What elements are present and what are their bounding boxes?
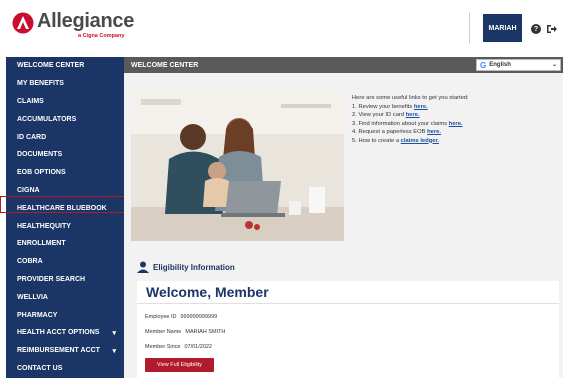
caret-down-icon: ▾ [112,347,116,355]
eligibility-title: Eligibility Information [153,262,235,272]
member-since-row: Member Since 07/01/2022 [145,344,212,350]
member-name-row: Member Name MARIAH SMITH [145,329,225,335]
link-text: 3. Find information about your claims [352,120,449,127]
language-select[interactable]: G English ⌄ [476,59,561,71]
sidebar-item-accumulators[interactable]: ACCUMULATORS [6,110,124,128]
main-content: WELCOME CENTER G English ⌄ Here are some… [124,57,563,378]
link-text: 2. View your ID card [352,112,406,118]
sidebar-item-label: WELLVIA [17,293,48,301]
sidebar-item-label: PHARMACY [17,311,58,319]
sidebar-nav: WELCOME CENTER MY BENEFITS CLAIMS ACCUMU… [6,57,124,378]
sidebar-item-label: CIGNA [17,186,40,194]
page-title: WELCOME CENTER [131,61,199,69]
sidebar-item-label: CONTACT US [17,364,63,372]
sidebar-item-label: ACCUMULATORS [17,115,77,123]
link-text: 1. Review your benefits [352,103,414,110]
sidebar-item-label: COBRA [17,258,43,266]
card-divider [137,303,559,304]
paperless-eob-link[interactable]: here. [427,129,441,135]
sidebar-item-claims[interactable]: CLAIMS [6,93,124,111]
links-intro: Here are some useful links to get you st… [352,95,469,101]
sidebar-item-label: DOCUMENTS [17,151,63,159]
claims-link[interactable]: here. [449,121,463,127]
sidebar-item-label: ID CARD [17,133,47,141]
sidebar-item-enrollment[interactable]: ENROLLMENT [6,235,124,253]
header: Allegiance a Cigna Company MARIAH ? [0,0,563,52]
claims-ledger-link[interactable]: claims ledger. [401,138,439,144]
link-text: 5. How to create a [352,137,401,144]
eligibility-card: Welcome, Member Employee ID 999999999999 … [137,281,559,378]
caret-down-icon: ▾ [112,329,116,337]
sidebar-item-provider-search[interactable]: PROVIDER SEARCH [6,271,124,289]
sidebar-item-eob-options[interactable]: EOB OPTIONS [6,164,124,182]
sidebar-item-label: ENROLLMENT [17,240,66,248]
sidebar-item-label: WELCOME CENTER [17,62,85,70]
language-value: English [489,62,511,68]
employee-id-row: Employee ID 999999999999 [145,314,217,320]
brand-name: Allegiance [37,10,135,32]
logout-icon[interactable] [546,24,557,34]
sidebar-item-healthequity[interactable]: HEALTHEQUITY [6,217,124,235]
sidebar-item-reimbursement-acct[interactable]: REIMBURSEMENT ACCT ▾ [6,342,124,360]
user-menu-button[interactable]: MARIAH [483,14,522,42]
sidebar-item-welcome-center[interactable]: WELCOME CENTER [6,57,124,75]
link-row: 3. Find information about your claims he… [352,120,557,129]
link-row: 5. How to create a claims ledger. [352,137,557,146]
help-icon[interactable]: ? [531,24,541,34]
member-since-value: 07/01/2022 [184,344,212,350]
chevron-down-icon: ⌄ [551,62,557,68]
link-row: 1. Review your benefits here. [352,103,557,112]
sidebar-item-label: REIMBURSEMENT ACCT [17,347,100,355]
link-text: 4. Request a paperless EOB [352,129,428,135]
header-divider [469,12,470,44]
sidebar-item-documents[interactable]: DOCUMENTS [6,146,124,164]
sidebar-item-label: HEALTH ACCT OPTIONS [17,329,100,337]
employee-id-label: Employee ID [145,314,177,320]
allegiance-logo[interactable]: Allegiance a Cigna Company [12,10,152,44]
member-name-value: MARIAH SMITH [185,329,226,335]
id-card-link[interactable]: here. [406,112,420,118]
member-name-label: Member Name [145,329,182,335]
sidebar-item-wellvia[interactable]: WELLVIA [6,288,124,306]
sidebar-item-label: PROVIDER SEARCH [17,275,86,283]
sidebar-item-my-benefits[interactable]: MY BENEFITS [6,75,124,93]
page-title-bar: WELCOME CENTER G English ⌄ [124,57,563,73]
link-row: 2. View your ID card here. [352,111,557,120]
sidebar-item-label: CLAIMS [17,97,44,105]
link-row: 4. Request a paperless EOB here. [352,128,557,137]
allegiance-logo-icon [12,12,34,34]
sidebar-item-contact-us[interactable]: CONTACT US [6,360,124,378]
person-icon [137,261,149,273]
view-full-eligibility-button[interactable]: View Full Eligibility [145,358,214,372]
employee-id-value: 999999999999 [180,314,218,320]
google-icon: G [480,60,487,70]
welcome-heading: Welcome, Member [146,284,269,300]
member-since-label: Member Since [145,344,181,350]
benefits-link[interactable]: here. [414,104,428,110]
sidebar-item-health-acct-options[interactable]: HEALTH ACCT OPTIONS ▾ [6,324,124,342]
sidebar-item-label: EOB OPTIONS [17,169,66,177]
sidebar-item-label: HEALTHEQUITY [17,222,71,230]
brand-tagline: a Cigna Company [78,33,125,39]
highlight-outline [0,196,134,213]
helpful-links: Here are some useful links to get you st… [352,94,557,145]
family-photo [131,89,344,241]
sidebar-item-id-card[interactable]: ID CARD [6,128,124,146]
sidebar-item-cobra[interactable]: COBRA [6,253,124,271]
sidebar-item-pharmacy[interactable]: PHARMACY [6,306,124,324]
sidebar-item-label: MY BENEFITS [17,80,64,88]
eligibility-heading: Eligibility Information [137,260,235,274]
